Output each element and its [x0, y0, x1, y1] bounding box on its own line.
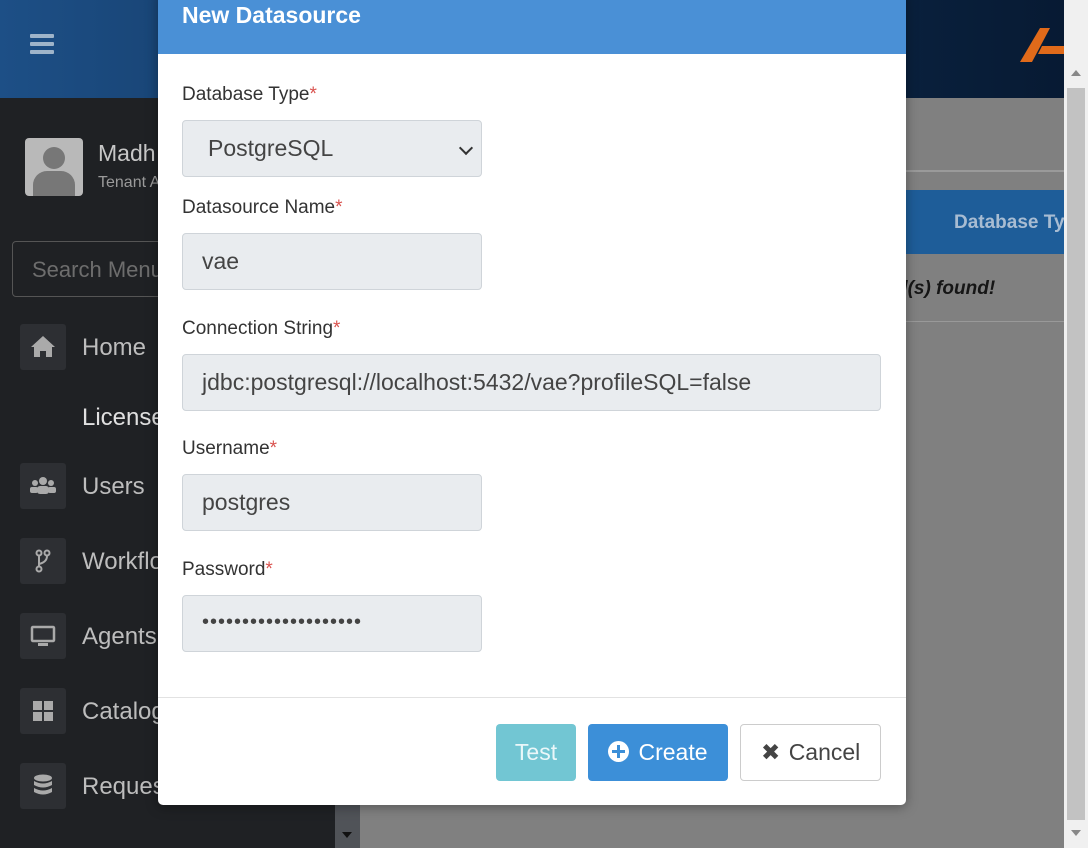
connection-string-input[interactable]: jdbc:postgresql://localhost:5432/vae?pro…: [182, 354, 881, 411]
database-icon: [20, 763, 66, 809]
footer-divider: [158, 697, 906, 698]
scrollbar-thumb[interactable]: [1067, 88, 1085, 820]
grid-icon: [20, 688, 66, 734]
sidebar-item-label: Home: [82, 334, 147, 361]
brand-logo: [1020, 24, 1064, 64]
cancel-button[interactable]: ✖ Cancel: [740, 724, 881, 781]
test-button[interactable]: Test: [496, 724, 576, 781]
database-type-label: Database Type*: [182, 84, 317, 105]
sidebar-item-label: Workflo: [82, 548, 163, 575]
sidebar-item-label: License: [82, 404, 165, 431]
no-records-text: d(s) found!: [896, 278, 996, 299]
test-button-label: Test: [514, 739, 558, 765]
user-panel: Madh Tenant A: [25, 138, 160, 196]
connection-string-label: Connection String*: [182, 318, 341, 339]
scroll-down-icon[interactable]: [1071, 830, 1081, 836]
required-marker: *: [265, 559, 273, 580]
new-datasource-dialog: New Datasource Database Type* PostgreSQL…: [158, 0, 906, 805]
database-type-value: PostgreSQL: [208, 135, 334, 161]
required-marker: *: [333, 318, 341, 339]
create-button-label: Create: [638, 739, 708, 765]
required-marker: *: [335, 197, 343, 218]
desktop-icon: [20, 613, 66, 659]
create-button[interactable]: Create: [588, 724, 728, 781]
user-name: Madh: [98, 140, 156, 166]
empty-table-row: d(s) found!: [896, 254, 1064, 322]
database-type-select[interactable]: PostgreSQL: [182, 120, 482, 177]
dialog-header: New Datasource: [158, 0, 906, 54]
home-icon: [20, 324, 66, 370]
avatar: [25, 138, 83, 196]
datasource-name-input[interactable]: vae: [182, 233, 482, 290]
sidebar-item-label: Catalog: [82, 698, 165, 725]
cancel-button-label: Cancel: [788, 739, 861, 765]
username-label: Username*: [182, 438, 278, 459]
workflow-icon: [20, 538, 66, 584]
scroll-down-icon[interactable]: [342, 832, 352, 838]
users-icon: [20, 463, 66, 509]
sidebar-item-label: Users: [82, 473, 145, 500]
dialog-title: New Datasource: [182, 2, 361, 28]
required-marker: *: [309, 84, 317, 105]
close-icon: ✖: [761, 739, 781, 765]
datasource-name-label: Datasource Name*: [182, 197, 343, 218]
table-header-database-type[interactable]: Database Ty: [906, 190, 1065, 254]
password-input[interactable]: ••••••••••••••••••••: [182, 595, 482, 652]
page-scrollbar[interactable]: [1064, 0, 1088, 848]
required-marker: *: [269, 438, 278, 459]
hamburger-menu-icon[interactable]: [30, 34, 54, 54]
sidebar-item-label: Agents: [82, 623, 157, 650]
username-input[interactable]: postgres: [182, 474, 482, 531]
scroll-up-icon[interactable]: [1071, 70, 1081, 76]
table-header-label: Database Ty: [954, 212, 1065, 233]
user-role: Tenant A: [98, 174, 161, 191]
plus-circle-icon: [608, 741, 630, 762]
password-label: Password*: [182, 559, 273, 580]
chevron-down-icon: [458, 140, 474, 156]
